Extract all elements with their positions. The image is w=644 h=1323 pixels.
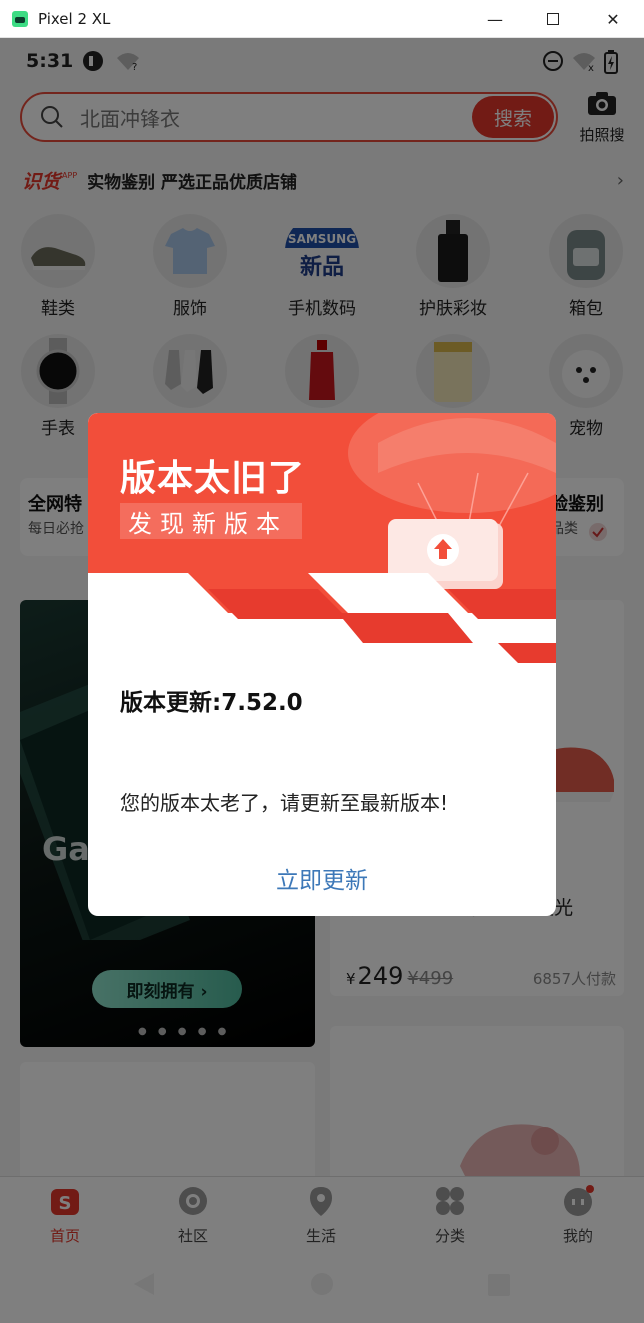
update-message: 您的版本太老了，请更新至最新版本! — [120, 791, 449, 815]
back-button[interactable] — [130, 1271, 156, 1297]
dialog-title: 版本太旧了 — [120, 458, 306, 499]
window-title: Pixel 2 XL — [38, 9, 111, 28]
dialog-subtitle: 发现新版本 — [120, 503, 302, 539]
minimize-button[interactable]: — — [472, 0, 518, 38]
maximize-button[interactable] — [530, 0, 576, 38]
recents-button[interactable] — [487, 1273, 511, 1297]
home-button[interactable] — [310, 1272, 334, 1296]
window-titlebar: Pixel 2 XL — ✕ — [0, 0, 644, 38]
update-dialog: 版本太旧了 发现新版本 版本更新:7.52.0 您的版本太老了，请更新至最新版本… — [88, 413, 556, 916]
close-button[interactable]: ✕ — [590, 0, 636, 38]
update-now-button[interactable]: 立即更新 — [88, 861, 556, 901]
android-app-icon — [12, 10, 28, 27]
version-label: 版本更新:7.52.0 — [120, 690, 303, 716]
